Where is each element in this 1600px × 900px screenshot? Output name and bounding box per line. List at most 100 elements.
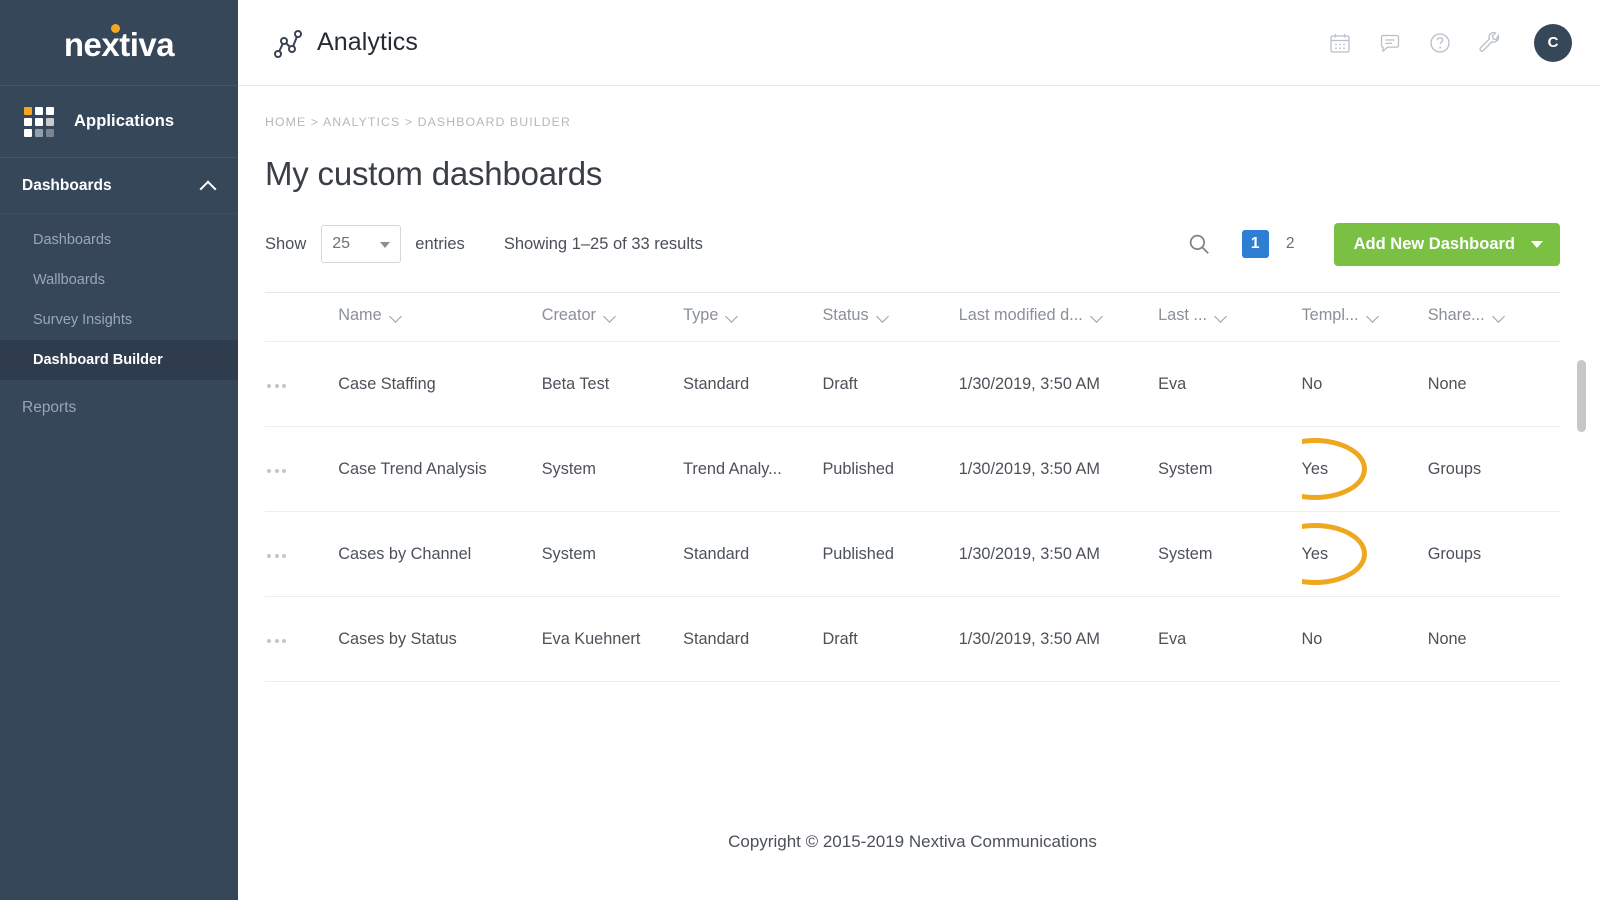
wrench-icon[interactable] [1478, 31, 1502, 55]
entries-per-page-select[interactable]: 25 [321, 225, 402, 263]
row-actions-menu-icon[interactable] [265, 378, 288, 394]
chevron-down-icon [1531, 240, 1543, 248]
col-header-template[interactable]: Templ... [1301, 292, 1428, 342]
vertical-scrollbar-thumb[interactable] [1577, 360, 1586, 432]
cell-shared: Groups [1427, 511, 1560, 597]
content-area: HOME > ANALYTICS > DASHBOARD BUILDER My … [238, 86, 1600, 900]
col-header-label: Type [683, 306, 719, 324]
applications-grid-icon [24, 106, 54, 137]
breadcrumb-item-analytics[interactable]: ANALYTICS [323, 115, 400, 129]
cell-status: Published [822, 511, 959, 597]
row-menu-cell [265, 341, 339, 427]
logo-dot-icon [110, 24, 120, 33]
sidebar-item-dashboard-builder[interactable]: Dashboard Builder [0, 340, 238, 380]
table-row[interactable]: Cases by Channel System Standard Publish… [265, 511, 1560, 597]
search-icon[interactable] [1186, 231, 1212, 257]
row-actions-menu-icon[interactable] [265, 463, 288, 479]
main-area: Analytics C HOME > ANALYTICS > DASHBOARD… [238, 0, 1600, 900]
page-button-2[interactable]: 2 [1277, 230, 1304, 258]
col-header-status[interactable]: Status [822, 292, 959, 342]
cell-name: Cases by Status [338, 596, 542, 682]
cell-last-modified-date: 1/30/2019, 3:50 AM [958, 596, 1159, 682]
cell-creator: System [541, 426, 684, 512]
table-toolbar: Show 25 entries Showing 1–25 of 33 resul… [265, 222, 1560, 266]
cell-name: Cases by Channel [338, 511, 542, 597]
sidebar-subnav: Dashboards Wallboards Survey Insights Da… [0, 214, 238, 384]
cell-template-value: No [1301, 374, 1323, 393]
sidebar-item-label: Dashboards [33, 232, 112, 248]
cell-template-value: Yes [1301, 544, 1329, 563]
nextiva-logo-text: nextiva [63, 26, 175, 63]
chevron-down-icon [380, 242, 391, 248]
cell-last-modified-date: 1/30/2019, 3:50 AM [958, 426, 1159, 512]
showing-results-text: Showing 1–25 of 33 results [503, 234, 703, 253]
dashboards-table-wrapper: Name Creator Type Status Last modified d… [265, 292, 1586, 682]
footer-copyright: Copyright © 2015-2019 Nextiva Communicat… [728, 832, 1097, 851]
chevron-up-icon[interactable] [201, 181, 216, 190]
col-header-label: Creator [541, 306, 596, 324]
breadcrumb-separator: > [310, 115, 320, 129]
applications-label: Applications [74, 112, 175, 130]
chevron-down-icon [605, 312, 616, 319]
cell-creator: Beta Test [541, 341, 684, 427]
table-row[interactable]: Case Trend Analysis System Trend Analy..… [265, 426, 1560, 512]
cell-type: Standard [683, 596, 823, 682]
cell-last-modified-by: System [1158, 511, 1302, 597]
avatar[interactable]: C [1534, 23, 1572, 62]
col-header-menu [265, 292, 339, 342]
calendar-icon[interactable] [1328, 31, 1352, 55]
col-header-last-modified-by[interactable]: Last ... [1158, 292, 1302, 342]
row-actions-menu-icon[interactable] [265, 633, 288, 649]
brand-logo-area[interactable]: nextiva [0, 0, 238, 86]
cell-template: Yes [1301, 426, 1428, 512]
chat-bubble-icon[interactable] [1378, 31, 1402, 55]
sidebar-group-dashboards[interactable]: Dashboards [0, 158, 238, 214]
col-header-last-modified-date[interactable]: Last modified d... [958, 292, 1159, 342]
breadcrumb: HOME > ANALYTICS > DASHBOARD BUILDER [265, 115, 1560, 129]
cell-template: No [1301, 596, 1428, 682]
col-header-type[interactable]: Type [683, 292, 823, 342]
sidebar-item-dashboards[interactable]: Dashboards [0, 220, 238, 260]
page-button-1[interactable]: 1 [1241, 230, 1269, 258]
add-new-dashboard-button[interactable]: Add New Dashboard [1333, 222, 1560, 266]
sidebar-item-survey-insights[interactable]: Survey Insights [0, 300, 238, 340]
page-app-title: Analytics [317, 28, 418, 56]
breadcrumb-item-home[interactable]: HOME [265, 115, 306, 129]
col-header-shared[interactable]: Share... [1427, 292, 1560, 342]
col-header-label: Last ... [1158, 306, 1207, 324]
sidebar-item-wallboards[interactable]: Wallboards [0, 260, 238, 300]
cell-template-value: No [1301, 629, 1323, 648]
help-circle-icon[interactable] [1428, 31, 1452, 55]
table-row[interactable]: Case Staffing Beta Test Standard Draft 1… [265, 341, 1560, 427]
dashboards-table: Name Creator Type Status Last modified d… [265, 292, 1560, 682]
chevron-down-icon [878, 312, 889, 319]
breadcrumb-item-dashboard-builder[interactable]: DASHBOARD BUILDER [418, 115, 571, 129]
table-row[interactable]: Cases by Status Eva Kuehnert Standard Dr… [265, 596, 1560, 682]
sidebar-group-label: Dashboards [22, 176, 112, 194]
col-header-label: Last modified d... [958, 306, 1083, 324]
cell-type: Standard [683, 341, 823, 427]
chevron-down-icon [1494, 312, 1505, 319]
cell-template-value: Yes [1301, 459, 1329, 478]
row-menu-cell [265, 511, 339, 597]
cell-shared: None [1427, 341, 1560, 427]
sidebar-item-applications[interactable]: Applications [0, 86, 238, 158]
cell-status: Draft [822, 341, 959, 427]
entries-per-page-value: 25 [332, 235, 351, 252]
col-header-creator[interactable]: Creator [541, 292, 684, 342]
cell-status: Published [822, 426, 959, 512]
cell-last-modified-date: 1/30/2019, 3:50 AM [958, 511, 1159, 597]
breadcrumb-separator: > [404, 115, 414, 129]
row-actions-menu-icon[interactable] [265, 548, 288, 564]
sidebar-item-reports[interactable]: Reports [0, 384, 238, 432]
page-title: My custom dashboards [265, 155, 603, 192]
cell-name: Case Trend Analysis [338, 426, 542, 512]
cell-creator: System [541, 511, 684, 597]
cell-status: Draft [822, 596, 959, 682]
sidebar-item-label: Wallboards [33, 272, 105, 288]
cell-shared: Groups [1427, 426, 1560, 512]
col-header-name[interactable]: Name [338, 292, 542, 342]
chevron-down-icon [1368, 312, 1379, 319]
toolbar-right: 1 2 Add New Dashboard [1186, 222, 1560, 266]
cell-last-modified-by: System [1158, 426, 1302, 512]
